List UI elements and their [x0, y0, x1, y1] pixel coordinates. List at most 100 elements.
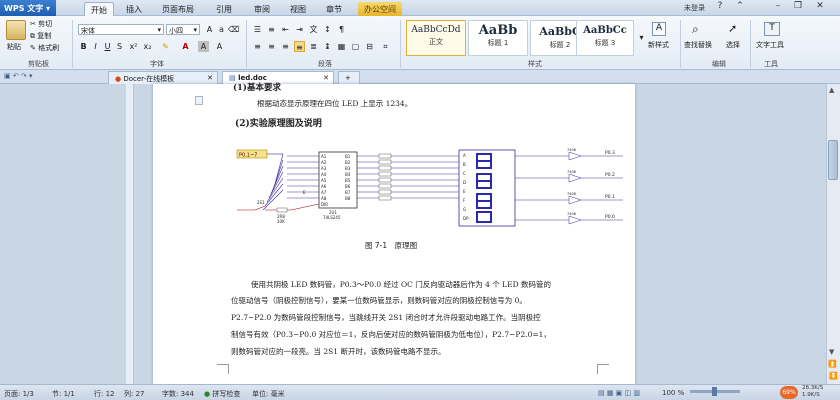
- svg-text:B1: B1: [345, 154, 351, 159]
- group-label-edit: 编辑: [712, 60, 726, 68]
- status-word-count[interactable]: 字数: 344: [162, 389, 194, 399]
- grow-font-icon[interactable]: A: [204, 24, 215, 35]
- clear-format-icon[interactable]: ⌫: [228, 24, 239, 35]
- tab-stops-icon[interactable]: ⊟: [364, 41, 375, 52]
- tab-chapter[interactable]: 章节: [320, 2, 348, 16]
- tab-review[interactable]: 审阅: [248, 2, 276, 16]
- svg-text:7406: 7406: [567, 192, 576, 196]
- quick-access-icons[interactable]: ▣ ↶ ↷ ▾: [4, 72, 33, 80]
- status-column: 列: 27: [124, 390, 145, 398]
- resistor-value: 10K: [277, 219, 285, 224]
- svg-text:A4: A4: [321, 172, 327, 177]
- border-icon[interactable]: ▢: [350, 41, 361, 52]
- underline-icon[interactable]: U: [102, 41, 113, 52]
- style-normal[interactable]: AaBbCcDd 正文: [406, 20, 466, 56]
- char-shading-icon[interactable]: A: [198, 41, 209, 52]
- numbering-icon[interactable]: ≡: [266, 24, 277, 35]
- close-icon[interactable]: ✕: [812, 1, 828, 14]
- bold-icon[interactable]: B: [78, 41, 89, 52]
- bullets-icon[interactable]: ☰: [252, 24, 263, 35]
- new-tab-button[interactable]: + ▾: [338, 71, 360, 90]
- document-page[interactable]: (1)基本要求 根据动态显示原理在四位 LED 上显示 1234。 (2)实验原…: [153, 83, 635, 384]
- app-menu-button[interactable]: WPS 文字 ▾: [0, 0, 56, 16]
- status-page[interactable]: 页面: 1/3: [4, 389, 34, 399]
- italic-icon[interactable]: I: [90, 41, 101, 52]
- text-tools-button[interactable]: 文字工具: [756, 40, 784, 50]
- select-button[interactable]: 选择: [726, 40, 740, 50]
- line-spacing-icon[interactable]: ↨: [322, 41, 333, 52]
- align-right-icon[interactable]: ≡: [280, 41, 291, 52]
- tab-view[interactable]: 视图: [284, 2, 312, 16]
- close-tab-icon: ✕: [207, 74, 213, 82]
- vertical-ruler[interactable]: [126, 84, 134, 384]
- scroll-down-icon[interactable]: ▼: [829, 348, 834, 356]
- svg-text:7406: 7406: [567, 212, 576, 216]
- format-painter-button[interactable]: ✎ 格式刷: [30, 43, 59, 53]
- vertical-scrollbar[interactable]: ▲ ▼ ⏫ ⏬: [826, 84, 840, 384]
- new-style-icon[interactable]: A: [652, 22, 666, 36]
- tab-insert[interactable]: 插入: [120, 2, 148, 16]
- chinese-layout-icon[interactable]: 文: [308, 24, 319, 35]
- spell-check-toggle[interactable]: ● 拼写检查: [204, 389, 240, 399]
- svg-text:DIR: DIR: [321, 202, 328, 207]
- distribute-icon[interactable]: ≣: [308, 41, 319, 52]
- ribbon-toggle-icon[interactable]: ⌃: [732, 1, 748, 14]
- font-name-select[interactable]: 宋体 ▾: [78, 24, 164, 35]
- zoom-level[interactable]: 100 %: [662, 389, 684, 397]
- restore-icon[interactable]: ❐: [790, 1, 806, 14]
- text-tools-icon[interactable]: T: [764, 22, 780, 36]
- svg-text:P0.3: P0.3: [605, 150, 615, 156]
- char-border-icon[interactable]: A: [214, 41, 225, 52]
- binoculars-icon[interactable]: ⌕: [692, 22, 699, 37]
- cursor-icon[interactable]: ➚: [728, 22, 737, 35]
- shading-icon[interactable]: ▦: [336, 41, 347, 52]
- svg-text:B6: B6: [345, 184, 351, 189]
- new-style-button[interactable]: 新样式: [648, 40, 669, 50]
- next-page-icon[interactable]: ⏬: [829, 372, 838, 380]
- justify-icon[interactable]: ≡: [294, 41, 305, 52]
- scroll-up-icon[interactable]: ▲: [829, 86, 834, 94]
- net-download: 1.9K/S: [802, 392, 820, 398]
- tab-references[interactable]: 引用: [210, 2, 238, 16]
- system-monitor-badge[interactable]: 69%: [780, 386, 798, 399]
- sort-icon[interactable]: ↕: [322, 24, 333, 35]
- increase-indent-icon[interactable]: ⇥: [294, 24, 305, 35]
- font-color-icon[interactable]: A: [180, 41, 191, 52]
- svg-text:B2: B2: [345, 160, 351, 165]
- align-left-icon[interactable]: ≡: [252, 41, 263, 52]
- subscript-icon[interactable]: x₂: [142, 41, 153, 52]
- style-heading-1[interactable]: AaBb 标题 1: [468, 20, 528, 56]
- style-heading-3[interactable]: AaBbCc 标题 3: [576, 20, 634, 56]
- paste-button[interactable]: 粘贴: [7, 42, 21, 52]
- align-center-icon[interactable]: ≡: [266, 41, 277, 52]
- tab-office-space[interactable]: 办公空间: [358, 2, 402, 16]
- help-icon[interactable]: ?: [712, 1, 728, 14]
- svg-text:B: B: [463, 162, 466, 167]
- status-unit: 单位: 毫米: [252, 390, 285, 398]
- paste-icon[interactable]: [6, 20, 26, 40]
- cut-button[interactable]: ✂ 剪切: [30, 19, 52, 29]
- svg-text:B7: B7: [345, 190, 351, 195]
- copy-button[interactable]: ⧉ 复制: [30, 31, 51, 41]
- login-status[interactable]: 未登录: [684, 3, 705, 13]
- scrollbar-thumb[interactable]: [828, 140, 838, 180]
- view-mode-icons[interactable]: ▤ ▦ ▣ ◫ ▥: [598, 389, 640, 397]
- shrink-font-icon[interactable]: a: [216, 24, 227, 35]
- styles-more-icon[interactable]: ▾: [636, 32, 647, 43]
- tab-page-layout[interactable]: 页面布局: [156, 2, 200, 16]
- find-replace-button[interactable]: 查找替换: [684, 40, 712, 50]
- minimize-icon[interactable]: –: [770, 1, 786, 14]
- svg-text:B5: B5: [345, 178, 351, 183]
- decrease-indent-icon[interactable]: ⇤: [280, 24, 291, 35]
- highlight-icon[interactable]: ✎: [160, 41, 171, 52]
- tab-home[interactable]: 开始: [84, 2, 114, 16]
- zoom-slider-handle[interactable]: [712, 387, 717, 396]
- font-size-select[interactable]: 小四 ▾: [166, 24, 200, 35]
- paragraph-marker-icon[interactable]: [195, 96, 203, 105]
- superscript-icon[interactable]: x²: [128, 41, 139, 52]
- paragraph-settings-icon[interactable]: ⌗: [380, 41, 391, 52]
- show-marks-icon[interactable]: ¶: [336, 24, 347, 35]
- prev-page-icon[interactable]: ⏫: [828, 360, 837, 368]
- strikethrough-icon[interactable]: S: [114, 41, 125, 52]
- tab-docer[interactable]: ● Docer-在线模板 ✕: [108, 71, 218, 84]
